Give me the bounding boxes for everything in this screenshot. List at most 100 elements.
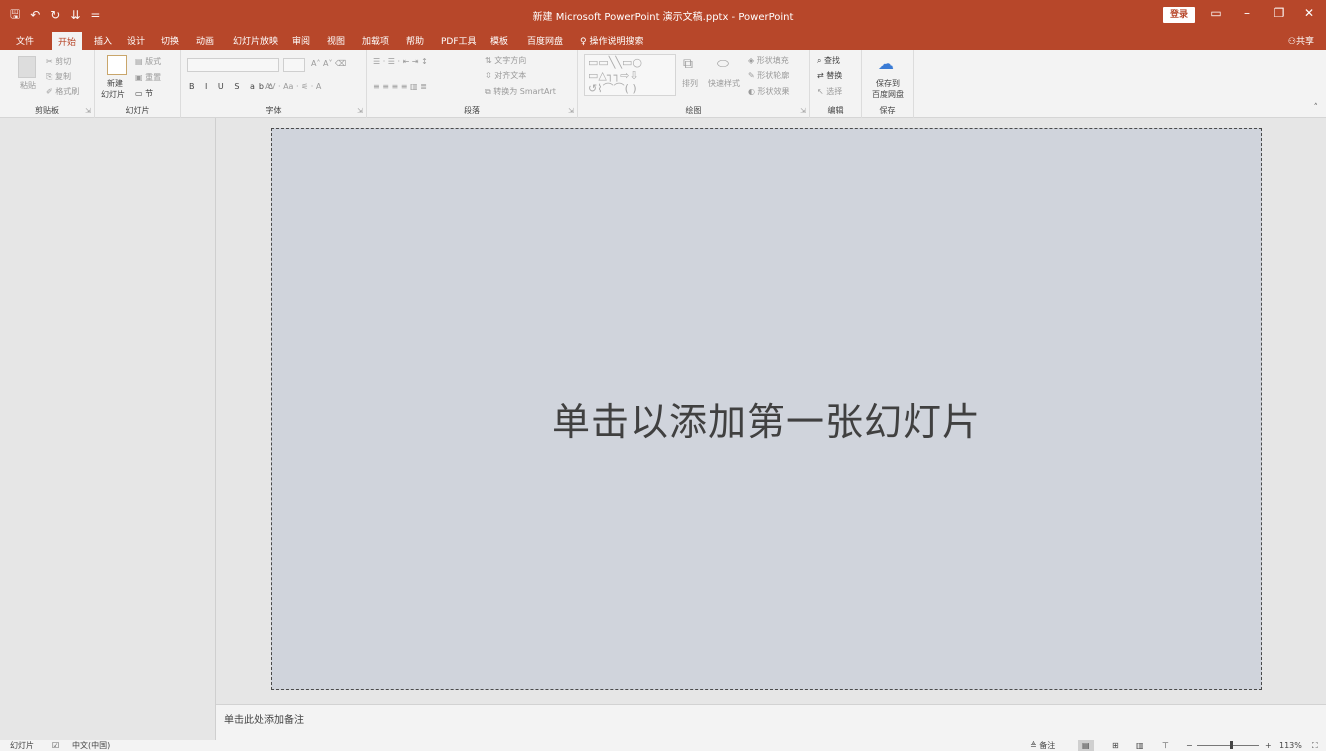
baidu-netdisk-icon[interactable]: ☁ xyxy=(878,54,894,73)
character-spacing-icon[interactable]: AV · Aa · ⚟ · A xyxy=(265,82,321,91)
text-direction-icon: ⇅ xyxy=(485,56,495,65)
share-button[interactable]: ⚇共享 xyxy=(1288,34,1314,47)
clipboard-launcher-icon[interactable]: ⇲ xyxy=(85,107,91,115)
list-icons[interactable]: ☰ · ☰ · ⇤ ⇥ ↕ xyxy=(373,57,428,66)
tab-addins[interactable]: 加载项 xyxy=(362,34,389,47)
format-painter-button[interactable]: ✐ 格式刷 xyxy=(46,86,79,97)
tab-help[interactable]: 帮助 xyxy=(406,34,424,47)
font-group-label: 字体 xyxy=(265,106,282,115)
minimize-icon[interactable]: – xyxy=(1236,6,1258,20)
tab-slideshow[interactable]: 幻灯片放映 xyxy=(233,34,278,47)
text-direction-button[interactable]: ⇅ 文字方向 xyxy=(485,55,526,66)
zoom-out-icon[interactable]: − xyxy=(1186,740,1193,751)
section-button[interactable]: ▭ 节 xyxy=(135,88,153,99)
copy-icon: ⎘ xyxy=(46,72,55,81)
slide-canvas[interactable]: 单击以添加第一张幻灯片 xyxy=(271,128,1262,690)
language-indicator[interactable]: 中文(中国) xyxy=(72,740,110,751)
clipboard-group-label: 剪贴板 xyxy=(35,106,59,115)
copy-button[interactable]: ⎘ 复制 xyxy=(46,71,71,82)
tab-animations[interactable]: 动画 xyxy=(196,34,214,47)
save-to-label[interactable]: 保存到 xyxy=(876,78,900,89)
grow-font-icon[interactable]: A˄ A˅ ⌫ xyxy=(311,59,346,68)
smartart-button[interactable]: ⧉ 转换为 SmartArt xyxy=(485,86,556,97)
font-size-combobox[interactable] xyxy=(283,58,305,72)
tab-templates[interactable]: 模板 xyxy=(490,34,508,47)
tab-design[interactable]: 设计 xyxy=(127,34,145,47)
arrange-button[interactable]: 排列 xyxy=(682,78,698,89)
zoom-level[interactable]: 113% xyxy=(1279,740,1302,751)
effects-icon: ◐ xyxy=(748,87,758,96)
normal-view-icon[interactable]: ▤ xyxy=(1078,740,1094,751)
tab-file[interactable]: 文件 xyxy=(16,34,34,47)
drawing-group: ▭▭╲╲▭○ ▭△┐┐⇨⇩ ↺⌇⌒⌒( ) ⧉ 排列 ⬭ 快速样式 ◈ 形状填充 ✎… xyxy=(578,50,810,118)
quick-styles-button[interactable]: 快速样式 xyxy=(708,78,740,89)
collapse-ribbon-icon[interactable]: ˄ xyxy=(1314,103,1319,113)
paste-icon[interactable] xyxy=(18,56,36,78)
slide-indicator: 幻灯片 xyxy=(10,741,34,750)
tab-pdf-tools[interactable]: PDF工具 xyxy=(441,34,477,47)
ribbon: 粘贴 ✂ 剪切 ⎘ 复制 ✐ 格式刷 剪贴板 ⇲ 新建 幻灯片 ▤ 版式 ▣ 重… xyxy=(0,50,1326,118)
tell-me-box[interactable]: ♀ 操作说明搜索 xyxy=(580,34,643,47)
tab-view[interactable]: 视图 xyxy=(327,34,345,47)
shape-outline-button[interactable]: ✎ 形状轮廓 xyxy=(748,70,789,81)
slide-thumbnails-pane[interactable] xyxy=(8,118,216,740)
select-button[interactable]: ↖ 选择 xyxy=(817,86,842,97)
notes-toggle-button[interactable]: ≜ 备注 xyxy=(1030,740,1055,751)
layout-button[interactable]: ▤ 版式 xyxy=(135,56,161,67)
drawing-launcher-icon[interactable]: ⇲ xyxy=(800,107,806,115)
slide-sorter-icon[interactable]: ⊞ xyxy=(1112,740,1119,751)
ribbon-tabs: 文件 开始 插入 设计 切换 动画 幻灯片放映 审阅 视图 加载项 帮助 PDF… xyxy=(0,30,1326,50)
shape-fill-button[interactable]: ◈ 形状填充 xyxy=(748,55,789,66)
lightbulb-icon: ♀ xyxy=(580,37,587,47)
zoom-slider[interactable] xyxy=(1197,741,1259,749)
tab-baidu-netdisk[interactable]: 百度网盘 xyxy=(527,34,563,47)
paragraph-launcher-icon[interactable]: ⇲ xyxy=(568,107,574,115)
editing-group-label: 编辑 xyxy=(827,106,844,115)
add-first-slide-placeholder[interactable]: 单击以添加第一张幻灯片 xyxy=(272,391,1261,446)
ribbon-display-options-icon[interactable]: ▭ xyxy=(1205,6,1227,20)
font-name-combobox[interactable] xyxy=(187,58,279,72)
reset-button[interactable]: ▣ 重置 xyxy=(135,72,161,83)
paragraph-group-label: 段落 xyxy=(464,106,480,115)
login-button[interactable]: 登录 xyxy=(1163,7,1195,23)
tab-home[interactable]: 开始 xyxy=(52,32,83,50)
share-label: 共享 xyxy=(1295,37,1314,47)
notes-icon: ≜ xyxy=(1030,741,1040,750)
restore-icon[interactable]: ❐ xyxy=(1268,6,1290,20)
new-slide-icon[interactable] xyxy=(107,55,127,75)
status-bar: 幻灯片 ☑ 中文(中国) ≜ 备注 ▤ ⊞ ▥ ⊤ − + 113% ⛶ xyxy=(0,740,1326,751)
clipboard-group: 粘贴 ✂ 剪切 ⎘ 复制 ✐ 格式刷 剪贴板 ⇲ xyxy=(0,50,95,118)
paint-bucket-icon: ◈ xyxy=(748,56,757,65)
find-button[interactable]: ⌕ 查找 xyxy=(817,55,840,66)
shapes-gallery[interactable]: ▭▭╲╲▭○ ▭△┐┐⇨⇩ ↺⌇⌒⌒( ) xyxy=(584,54,676,96)
replace-button[interactable]: ⇄ 替换 xyxy=(817,70,842,81)
align-text-button[interactable]: ⇳ 对齐文本 xyxy=(485,70,526,81)
cut-button[interactable]: ✂ 剪切 xyxy=(46,56,71,67)
close-icon[interactable]: ✕ xyxy=(1298,6,1320,20)
shape-effects-button[interactable]: ◐ 形状效果 xyxy=(748,86,790,97)
zoom-slider-thumb[interactable] xyxy=(1230,741,1233,749)
tab-review[interactable]: 审阅 xyxy=(292,34,310,47)
slides-group-label: 幻灯片 xyxy=(125,106,150,115)
notes-placeholder[interactable]: 单击此处添加备注 xyxy=(224,711,304,726)
font-launcher-icon[interactable]: ⇲ xyxy=(357,107,363,115)
tab-transitions[interactable]: 切换 xyxy=(161,34,179,47)
reading-view-icon[interactable]: ▥ xyxy=(1136,740,1144,751)
fit-to-window-icon[interactable]: ⛶ xyxy=(1312,740,1318,751)
quick-styles-icon[interactable]: ⬭ xyxy=(717,56,729,72)
zoom-in-icon[interactable]: + xyxy=(1265,740,1272,751)
spelling-icon[interactable]: ☑ xyxy=(52,740,59,751)
new-slide-label[interactable]: 新建 xyxy=(107,78,123,89)
save-to-label-2[interactable]: 百度网盘 xyxy=(872,89,904,100)
editing-group: ⌕ 查找 ⇄ 替换 ↖ 选择 编辑 xyxy=(810,50,862,118)
tab-insert[interactable]: 插入 xyxy=(94,34,112,47)
new-slide-label-2[interactable]: 幻灯片 xyxy=(101,89,125,100)
layout-icon: ▤ xyxy=(135,57,146,66)
notes-pane[interactable]: 单击此处添加备注 xyxy=(216,704,1326,740)
font-format-icons[interactable]: B I U S abc xyxy=(189,82,276,91)
paste-button[interactable]: 粘贴 xyxy=(20,80,36,91)
alignment-icons[interactable]: ≡ ≡ ≡ ≡ ▥ ≣ xyxy=(373,82,427,91)
slideshow-icon[interactable]: ⊤ xyxy=(1162,740,1169,751)
save-group: ☁ 保存到 百度网盘 保存 xyxy=(862,50,914,118)
arrange-icon[interactable]: ⧉ xyxy=(683,56,693,72)
